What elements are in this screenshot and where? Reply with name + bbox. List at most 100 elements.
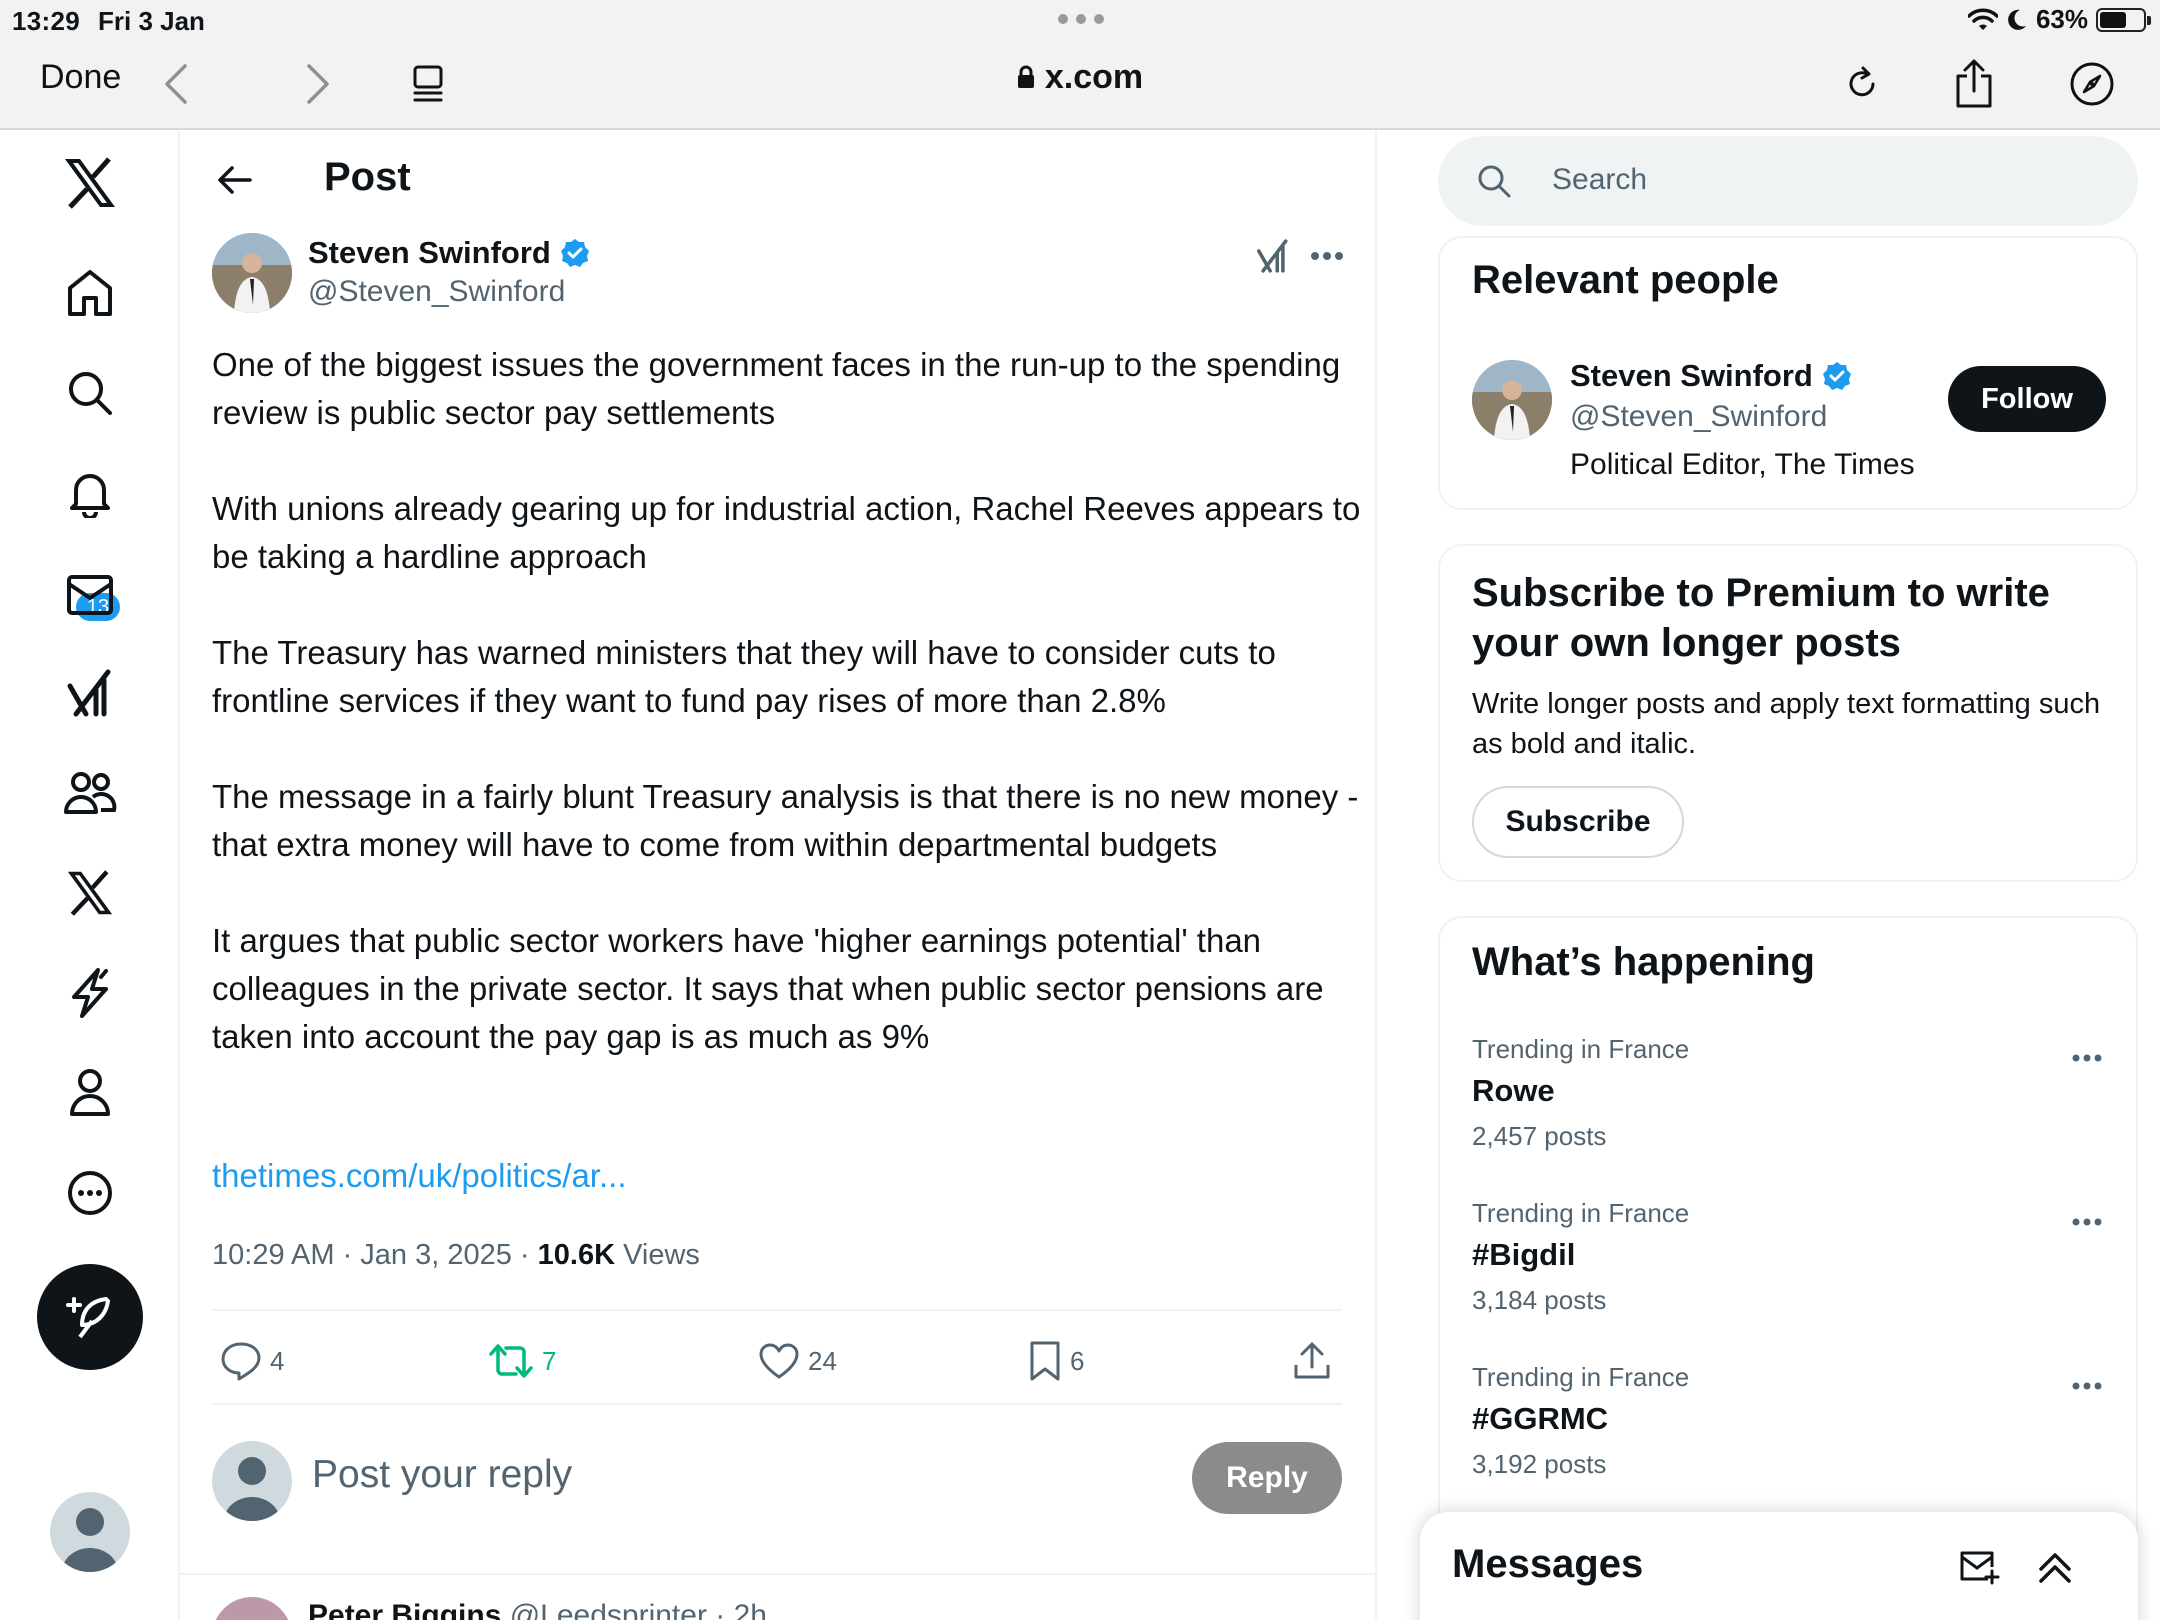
reply-button[interactable]: Reply: [1192, 1442, 1342, 1514]
ellipsis-icon: [1311, 252, 1343, 260]
messages-drawer[interactable]: Messages: [1420, 1512, 2138, 1620]
premium-title: Subscribe to Premium to write your own l…: [1472, 571, 2050, 665]
reply-action[interactable]: 4: [220, 1331, 284, 1391]
relevant-people-card: Relevant people Steven Swinford @Steven_…: [1438, 236, 2138, 510]
expand-messages-button[interactable]: [2030, 1542, 2080, 1592]
follow-button[interactable]: Follow: [1948, 366, 2106, 432]
relevant-person-name[interactable]: Steven Swinford: [1570, 358, 1853, 394]
search-icon: [1478, 165, 1511, 198]
forward-nav-button[interactable]: [288, 54, 348, 114]
divider: [212, 1309, 1342, 1311]
ellipsis-icon: [2072, 1054, 2102, 1062]
profile-icon: [70, 1069, 110, 1116]
envelope-icon: [67, 575, 113, 615]
moon-icon: [2008, 9, 2026, 30]
new-message-button[interactable]: [1954, 1542, 2004, 1592]
next-reply-handle: @Leedsprinter · 2h: [501, 1599, 767, 1620]
relevant-person-avatar[interactable]: [1472, 360, 1552, 440]
bookmark-action[interactable]: 6: [1028, 1331, 1084, 1391]
nav-home[interactable]: [54, 257, 126, 329]
nav-premium[interactable]: [54, 857, 126, 929]
share-post-action[interactable]: [1292, 1331, 1332, 1391]
multitasking-dots[interactable]: [1058, 14, 1104, 24]
nav-notifications[interactable]: [54, 457, 126, 529]
like-action[interactable]: 24: [758, 1331, 837, 1391]
upload-icon: [1294, 1342, 1330, 1379]
done-button[interactable]: Done: [40, 58, 121, 97]
chevron-right-icon: [307, 64, 329, 104]
trend-item[interactable]: Trending in France #Bigdil 3,184 posts: [1472, 1198, 2112, 1316]
nav-grok[interactable]: [54, 657, 126, 729]
new-message-icon: [1960, 1551, 2000, 1585]
status-indicators: 63%: [1967, 4, 2151, 35]
reload-icon: [1849, 66, 1875, 97]
nav-messages[interactable]: [54, 559, 126, 631]
next-reply-header: Peter Biggins @Leedsprinter · 2h: [308, 1599, 767, 1620]
author-name-text: Steven Swinford: [308, 235, 551, 270]
battery-icon: [2096, 7, 2151, 32]
x-premium-icon: [67, 870, 113, 916]
account-avatar[interactable]: [50, 1492, 130, 1572]
lightning-icon: [72, 968, 108, 1018]
status-bar: 13:29 Fri 3 Jan 63%: [0, 0, 2160, 40]
chevron-left-icon: [165, 64, 187, 104]
back-button[interactable]: [210, 155, 260, 205]
x-logo-icon: [65, 157, 115, 209]
search-bar[interactable]: Search: [1438, 136, 2138, 226]
next-reply-avatar[interactable]: [212, 1597, 292, 1620]
grok-explain-button[interactable]: [1248, 231, 1298, 281]
back-nav-button[interactable]: [146, 54, 206, 114]
trend-more-button[interactable]: [2062, 1038, 2112, 1078]
post-timestamp[interactable]: 10:29 AM · Jan 3, 2025 ·: [212, 1239, 538, 1271]
browser-toolbar: Done x.com: [0, 40, 2160, 130]
post-more-button[interactable]: [1302, 231, 1352, 281]
verified-badge-icon: [1822, 362, 1851, 390]
repost-count: 7: [542, 1345, 557, 1376]
feather-plus-icon: [66, 1297, 110, 1339]
grok-icon: [1257, 239, 1288, 273]
bookmark-count: 6: [1070, 1345, 1085, 1376]
compose-post-button[interactable]: [37, 1264, 143, 1370]
trend-context: Trending in France: [1472, 1198, 1690, 1228]
repost-action[interactable]: 7: [488, 1331, 556, 1391]
bookmarks-compass-button[interactable]: [2062, 54, 2122, 114]
trend-item[interactable]: Trending in France Rowe 2,457 posts: [1472, 1034, 2112, 1152]
nav-profile[interactable]: [54, 1057, 126, 1129]
reader-button[interactable]: [398, 54, 458, 114]
premium-card: Subscribe to Premium to write your own l…: [1438, 544, 2138, 882]
url-text: x.com: [1044, 58, 1144, 96]
nav-verified-orgs[interactable]: [54, 957, 126, 1029]
subscribe-button[interactable]: Subscribe: [1472, 786, 1684, 858]
premium-description: Write longer posts and apply text format…: [1472, 688, 2101, 760]
nav-more[interactable]: [54, 1157, 126, 1229]
share-button[interactable]: [1944, 54, 2004, 114]
heart-icon: [759, 1343, 799, 1379]
post-paragraph: One of the biggest issues the government…: [212, 346, 1341, 431]
search-placeholder: Search: [1552, 163, 1648, 196]
status-date: Fri 3 Jan: [98, 6, 205, 36]
author-photo: [212, 233, 292, 313]
trend-more-button[interactable]: [2062, 1202, 2112, 1242]
author-handle[interactable]: @Steven_Swinford: [308, 275, 565, 309]
trend-count: 3,192 posts: [1472, 1449, 1607, 1479]
nav-explore[interactable]: [54, 357, 126, 429]
reload-button[interactable]: [1832, 54, 1892, 114]
default-avatar-icon: [224, 1457, 280, 1521]
next-reply-name[interactable]: Peter Biggins: [308, 1599, 501, 1620]
trend-item[interactable]: Trending in France #GGRMC 3,192 posts: [1472, 1362, 2112, 1480]
relevant-person-name-text: Steven Swinford: [1570, 358, 1813, 393]
battery-percent: 63%: [2035, 4, 2088, 34]
lock-icon: [1017, 59, 1035, 88]
author-name[interactable]: Steven Swinford: [308, 235, 591, 271]
status-time: 13:29: [12, 6, 80, 36]
reply-input[interactable]: Post your reply: [312, 1453, 572, 1497]
page-title: Post: [324, 155, 411, 199]
comment-icon: [221, 1342, 261, 1381]
author-avatar[interactable]: [212, 233, 292, 313]
nav-x-logo[interactable]: [54, 147, 126, 219]
trend-count: 2,457 posts: [1472, 1121, 1607, 1151]
post-link[interactable]: thetimes.com/uk/politics/ar...: [212, 1157, 626, 1195]
trend-more-button[interactable]: [2062, 1366, 2112, 1406]
nav-communities[interactable]: [54, 757, 126, 829]
grok-icon: [67, 669, 111, 717]
